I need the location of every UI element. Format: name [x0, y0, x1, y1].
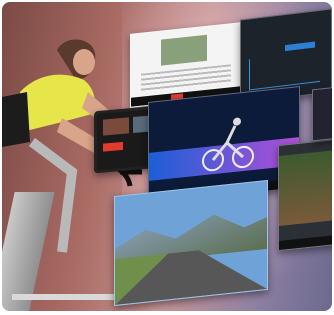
tablet-thumbnail	[103, 117, 129, 136]
mountain-road-panel	[114, 179, 268, 307]
edge-panel	[312, 86, 332, 142]
virtual-cyclist	[202, 117, 254, 172]
data-graph	[249, 50, 320, 91]
tablet-button	[103, 141, 123, 152]
data-highlight	[285, 41, 315, 52]
video-scene	[279, 149, 332, 227]
side-video-panel	[278, 138, 332, 252]
web-image-block	[161, 34, 207, 66]
scene-photo	[2, 2, 332, 311]
